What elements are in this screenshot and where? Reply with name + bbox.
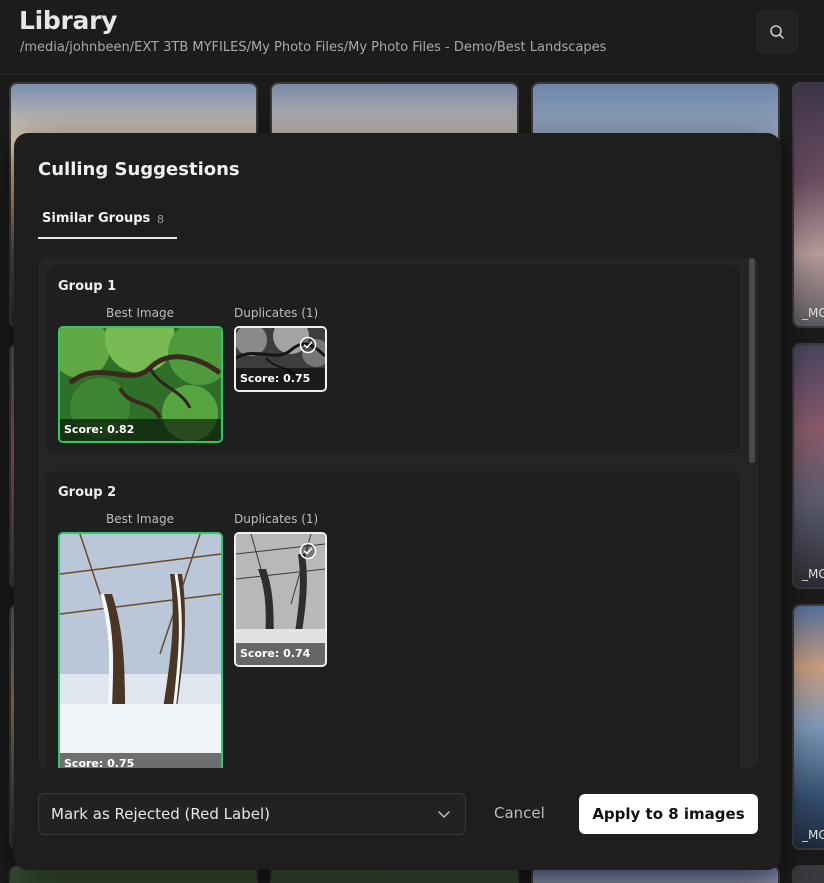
best-image-label: Best Image [106, 512, 174, 526]
action-select-value: Mark as Rejected (Red Label) [51, 805, 270, 823]
duplicates-label: Duplicates (1) [234, 306, 319, 320]
tab-similar-groups[interactable]: Similar Groups 8 [38, 203, 177, 239]
duplicate-thumb[interactable]: Score: 0.74 [234, 532, 327, 667]
photo-tile[interactable] [792, 865, 824, 883]
duplicate-thumb[interactable]: Score: 0.75 [234, 326, 327, 392]
folder-path: /media/johnbeen/EXT 3TB MYFILES/My Photo… [20, 40, 607, 55]
check-circle-icon[interactable] [299, 542, 317, 560]
duplicates-label: Duplicates (1) [234, 512, 319, 526]
tile-filename: _MG [802, 306, 824, 320]
group-title: Group 1 [58, 279, 117, 294]
best-image-thumb[interactable]: Score: 0.82 [58, 326, 223, 443]
photo-tile[interactable]: _MG [792, 82, 824, 328]
best-image-photo [60, 534, 221, 768]
score-label: Score: 0.74 [236, 643, 325, 665]
group-card: Group 2 Best Image Duplicates (1) Score:… [46, 471, 740, 768]
group-title: Group 2 [58, 485, 117, 500]
score-label: Score: 0.75 [60, 753, 221, 768]
tile-filename: _MG [802, 828, 824, 842]
photo-tile[interactable]: _MG [792, 604, 824, 850]
tab-label: Similar Groups [42, 211, 151, 226]
culling-dialog: Culling Suggestions Similar Groups 8 Gro… [14, 133, 781, 870]
photo-tile[interactable]: _MG [792, 343, 824, 589]
check-circle-icon[interactable] [299, 336, 317, 354]
cancel-button[interactable]: Cancel [494, 804, 545, 822]
tile-filename: _MG [802, 567, 824, 581]
library-header: Library /media/johnbeen/EXT 3TB MYFILES/… [0, 0, 824, 75]
search-icon [770, 25, 784, 39]
score-label: Score: 0.75 [236, 368, 325, 390]
apply-button[interactable]: Apply to 8 images [579, 794, 758, 834]
best-image-thumb[interactable]: Score: 0.75 [58, 532, 223, 768]
app-window: Library /media/johnbeen/EXT 3TB MYFILES/… [0, 0, 824, 883]
score-label: Score: 0.82 [60, 419, 221, 441]
chevron-down-icon [438, 811, 450, 818]
page-title: Library [19, 6, 118, 35]
groups-list[interactable]: Group 1 Best Image Duplicates (1) Score:… [38, 257, 758, 768]
action-select[interactable]: Mark as Rejected (Red Label) [38, 793, 466, 835]
scrollbar[interactable] [749, 258, 755, 768]
best-image-label: Best Image [106, 306, 174, 320]
search-button[interactable] [756, 10, 798, 54]
scrollbar-thumb[interactable] [749, 258, 755, 463]
tab-count-badge: 8 [157, 213, 164, 226]
dialog-title: Culling Suggestions [38, 159, 240, 180]
group-card: Group 1 Best Image Duplicates (1) Score:… [46, 265, 740, 453]
